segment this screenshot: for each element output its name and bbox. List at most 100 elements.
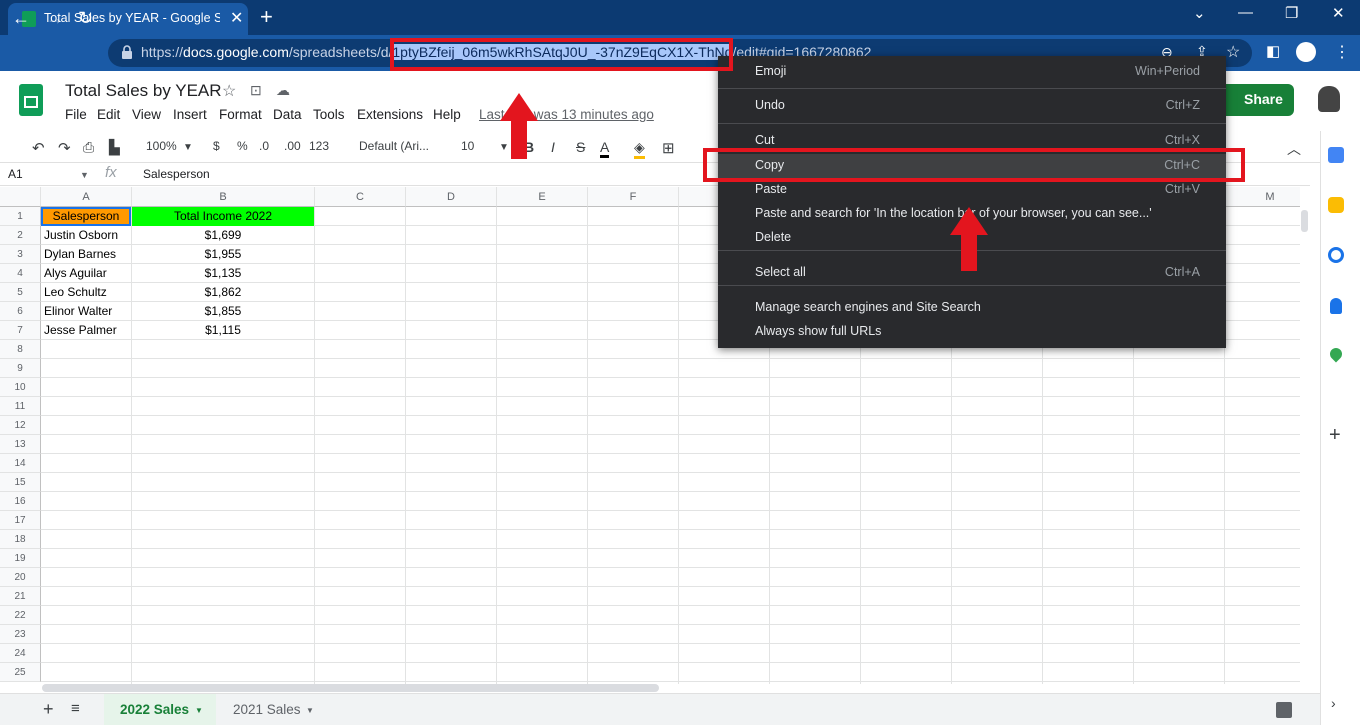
row-header[interactable]: 11 <box>0 397 41 416</box>
data-cell-income[interactable]: $1,955 <box>132 245 314 264</box>
column-header[interactable]: B <box>132 187 315 207</box>
cloud-status-icon[interactable]: ☁ <box>276 82 290 99</box>
calendar-icon[interactable] <box>1328 147 1344 163</box>
doc-title[interactable]: Total Sales by YEAR <box>65 81 222 101</box>
paint-format-icon[interactable]: ▙ <box>109 139 120 156</box>
zoom-select[interactable]: 100% <box>146 139 177 153</box>
column-header[interactable]: E <box>497 187 588 207</box>
row-header[interactable]: 14 <box>0 454 41 473</box>
menu-insert[interactable]: Insert <box>173 107 207 122</box>
font-select[interactable]: Default (Ari... <box>359 139 429 153</box>
collapse-toolbar-icon[interactable]: ︿ <box>1287 139 1301 159</box>
undo-icon[interactable]: ↶ <box>32 139 45 157</box>
row-header[interactable]: 21 <box>0 587 41 606</box>
formula-input[interactable]: Salesperson <box>143 167 210 181</box>
bookmark-star-icon[interactable]: ☆ <box>1226 42 1240 62</box>
row-header[interactable]: 2 <box>0 226 41 245</box>
header-cell-salesperson[interactable]: Salesperson <box>41 207 131 226</box>
row-header[interactable]: 16 <box>0 492 41 511</box>
row-header[interactable]: 24 <box>0 644 41 663</box>
star-icon[interactable]: ☆ <box>222 81 236 101</box>
menu-help[interactable]: Help <box>433 107 461 122</box>
data-cell-name[interactable]: Jesse Palmer <box>41 321 131 340</box>
explore-icon[interactable] <box>1276 702 1292 718</box>
context-menu-item[interactable]: Undo Ctrl+Z <box>718 94 1226 118</box>
header-cell-total-income[interactable]: Total Income 2022 <box>132 207 314 226</box>
borders-icon[interactable]: ⊞ <box>662 139 675 157</box>
context-menu-item[interactable]: Manage search engines and Site Search <box>718 296 1226 320</box>
close-tab-icon[interactable]: ✕ <box>230 8 243 28</box>
reload-icon[interactable]: ↻ <box>78 8 93 29</box>
column-header[interactable]: M <box>1225 187 1300 207</box>
data-cell-income[interactable]: $1,699 <box>132 226 314 245</box>
row-header[interactable]: 3 <box>0 245 41 264</box>
row-header[interactable]: 15 <box>0 473 41 492</box>
sheets-logo-icon[interactable] <box>19 84 43 116</box>
data-cell-name[interactable]: Leo Schultz <box>41 283 131 302</box>
menu-edit[interactable]: Edit <box>97 107 120 122</box>
column-header[interactable]: F <box>588 187 679 207</box>
percent-button[interactable]: % <box>237 139 248 153</box>
font-size-select[interactable]: 10 <box>461 139 474 153</box>
account-avatar[interactable] <box>1318 86 1340 112</box>
row-header[interactable]: 6 <box>0 302 41 321</box>
chevron-down-icon[interactable]: ▼ <box>306 706 314 715</box>
tab-search-icon[interactable]: ⌄ <box>1193 4 1206 22</box>
forward-icon[interactable]: → <box>46 8 64 29</box>
name-box[interactable]: A1 <box>8 167 23 181</box>
profile-avatar[interactable] <box>1296 42 1316 62</box>
row-header[interactable]: 17 <box>0 511 41 530</box>
move-folder-icon[interactable]: ⊡ <box>250 82 262 99</box>
column-header[interactable]: A <box>41 187 132 207</box>
maximize-icon[interactable]: ❐ <box>1285 4 1298 22</box>
row-header[interactable]: 23 <box>0 625 41 644</box>
add-addon-icon[interactable]: + <box>1329 424 1341 447</box>
row-header[interactable]: 22 <box>0 606 41 625</box>
add-sheet-icon[interactable]: + <box>43 699 54 720</box>
column-header[interactable]: C <box>315 187 406 207</box>
data-cell-income[interactable]: $1,135 <box>132 264 314 283</box>
data-cell-name[interactable]: Alys Aguilar <box>41 264 131 283</box>
row-header[interactable]: 12 <box>0 416 41 435</box>
data-cell-name[interactable]: Elinor Walter <box>41 302 131 321</box>
menu-view[interactable]: View <box>132 107 161 122</box>
context-menu-item[interactable]: Always show full URLs <box>718 320 1226 344</box>
data-cell-name[interactable]: Dylan Barnes <box>41 245 131 264</box>
tasks-icon[interactable] <box>1328 247 1344 263</box>
row-header[interactable]: 18 <box>0 530 41 549</box>
chevron-down-icon[interactable]: ▼ <box>80 170 89 180</box>
close-window-icon[interactable]: ✕ <box>1332 4 1345 22</box>
row-header[interactable]: 10 <box>0 378 41 397</box>
row-header[interactable]: 5 <box>0 283 41 302</box>
contacts-icon[interactable] <box>1330 298 1342 314</box>
browser-tab[interactable]: Total Sales by YEAR - Google She ✕ <box>8 3 248 35</box>
row-header[interactable]: 25 <box>0 663 41 682</box>
keep-icon[interactable] <box>1328 197 1344 213</box>
minimize-icon[interactable]: — <box>1238 4 1253 21</box>
chevron-down-icon[interactable]: ▼ <box>195 706 203 715</box>
data-cell-income[interactable]: $1,855 <box>132 302 314 321</box>
text-color-button[interactable]: A <box>600 139 610 158</box>
row-header[interactable]: 20 <box>0 568 41 587</box>
more-formats-button[interactable]: 123 <box>309 139 329 153</box>
column-header[interactable]: D <box>406 187 497 207</box>
chevron-down-icon[interactable]: ▼ <box>183 142 193 153</box>
row-header[interactable]: 19 <box>0 549 41 568</box>
sheet-tab-label[interactable]: 2021 Sales <box>233 702 301 717</box>
data-cell-name[interactable]: Justin Osborn <box>41 226 131 245</box>
all-sheets-icon[interactable]: ≡ <box>71 700 80 717</box>
increase-decimal-button[interactable]: .00 <box>284 139 301 153</box>
context-menu-item[interactable]: Emoji Win+Period <box>718 60 1226 84</box>
row-header[interactable]: 13 <box>0 435 41 454</box>
redo-icon[interactable]: ↷ <box>58 139 71 157</box>
sidebar-icon[interactable]: ◧ <box>1266 42 1280 60</box>
row-header[interactable]: 9 <box>0 359 41 378</box>
expand-panel-icon[interactable]: › <box>1331 695 1336 711</box>
italic-button[interactable]: I <box>551 139 555 155</box>
back-icon[interactable]: ← <box>12 8 30 29</box>
print-icon[interactable]: ⎙ <box>83 139 94 156</box>
row-header[interactable]: 1 <box>0 207 41 226</box>
row-header[interactable]: 8 <box>0 340 41 359</box>
data-cell-income[interactable]: $1,115 <box>132 321 314 340</box>
data-cell-income[interactable]: $1,862 <box>132 283 314 302</box>
